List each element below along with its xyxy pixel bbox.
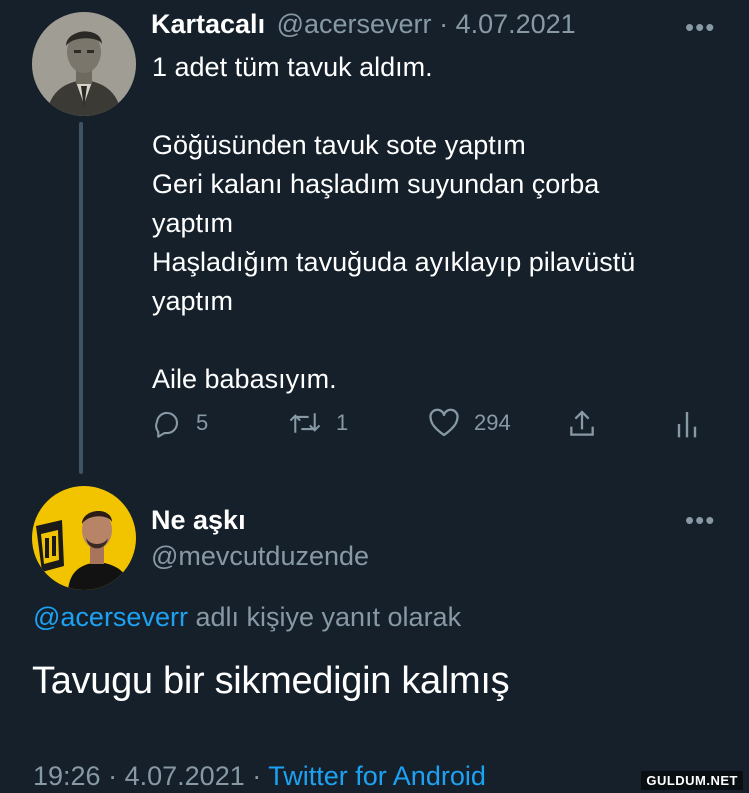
tweet1-handle[interactable]: @acerseverr (277, 9, 432, 39)
tweet1-text: 1 adet tüm tavuk aldım. Göğüsünden tavuk… (152, 52, 636, 394)
tweet2-text: Tavugu bir sikmedigin kalmış (32, 660, 510, 702)
avatar-ne-aski[interactable] (32, 486, 136, 590)
reply-to-line: @acerseverr adlı kişiye yanıt olarak (33, 602, 461, 633)
tweet1-separator: · (439, 9, 449, 39)
tweet1-display-name[interactable]: Kartacalı (151, 9, 265, 39)
share-button[interactable] (566, 408, 598, 440)
tweet1-date[interactable]: 4.07.2021 (456, 9, 576, 39)
watermark: GULDUM.NET (641, 771, 743, 790)
vintage-portrait-avatar-icon (32, 12, 136, 116)
reply-count: 5 (196, 410, 209, 435)
retweet-icon (289, 413, 321, 433)
tweet2-footer: 19:26 · 4.07.2021 · Twitter for Android (33, 761, 486, 792)
reply-to-suffix: adlı kişiye yanıt olarak (187, 602, 462, 632)
analytics-icon (677, 412, 697, 438)
reply-button[interactable]: 5 (152, 408, 208, 438)
avatar-kartacali[interactable] (32, 12, 136, 116)
tweet1-header: Kartacalı @acerseverr · 4.07.2021 (151, 9, 576, 40)
tweet2-date[interactable]: 4.07.2021 (125, 761, 245, 791)
reply-icon (155, 411, 179, 438)
man-with-yellow-badge-avatar-icon (32, 486, 136, 590)
tweet2-handle[interactable]: @mevcutduzende (151, 541, 369, 572)
tweet2-more-icon[interactable]: ••• (685, 505, 715, 536)
share-icon (570, 410, 594, 436)
heart-icon (429, 408, 459, 437)
tweet1-more-icon[interactable]: ••• (685, 12, 715, 43)
tweet2-source-link[interactable]: Twitter for Android (268, 761, 486, 791)
tweet2-separator: · (108, 761, 118, 791)
retweet-count: 1 (336, 410, 349, 435)
tweet2-separator-2: · (252, 761, 262, 791)
tweet2-time[interactable]: 19:26 (33, 761, 101, 791)
like-button[interactable]: 294 (428, 408, 511, 438)
retweet-button[interactable]: 1 (288, 408, 348, 438)
analytics-button[interactable] (676, 408, 698, 440)
thread-connector-line (79, 122, 83, 474)
tweet2-display-name[interactable]: Ne aşkı (151, 505, 246, 536)
reply-to-mention[interactable]: @acerseverr (33, 602, 188, 632)
like-count: 294 (474, 410, 511, 435)
